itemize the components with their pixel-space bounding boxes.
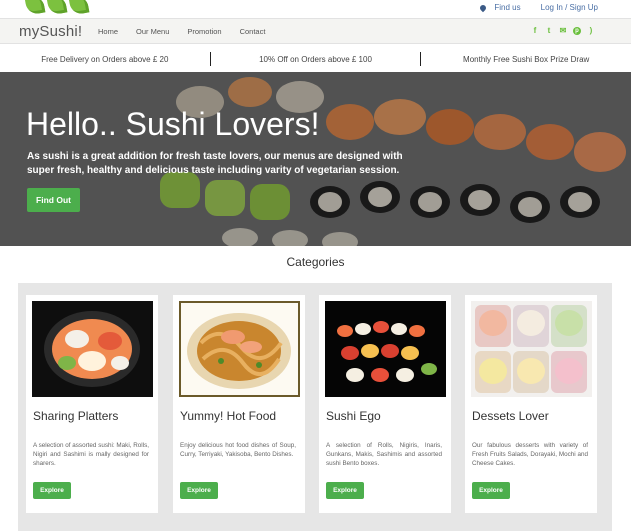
category-name[interactable]: Sharing Platters [33, 409, 118, 423]
hot-food-image [179, 301, 300, 397]
explore-button[interactable]: Explore [180, 482, 218, 499]
category-name[interactable]: Dessets Lover [472, 409, 549, 423]
find-out-button[interactable]: Find Out [27, 188, 80, 212]
sushi-ego-image [325, 301, 446, 397]
facebook-icon[interactable]: f [531, 27, 539, 35]
main-menu: Home Our Menu Promotion Contact [98, 27, 265, 36]
hero-banner: Hello.. Sushi Lovers! As sushi is a grea… [0, 72, 631, 246]
nav-item-our-menu[interactable]: Our Menu [136, 27, 169, 36]
explore-button[interactable]: Explore [472, 482, 510, 499]
category-name[interactable]: Yummy! Hot Food [180, 409, 276, 423]
email-icon[interactable]: ✉ [559, 27, 567, 35]
promo-free-delivery: Free Delivery on Orders above £ 20 [41, 54, 169, 64]
hero-description: As sushi is a great addition for fresh t… [27, 151, 403, 176]
nav-bar: mySushi! Home Our Menu Promotion Contact… [0, 18, 631, 44]
nav-item-contact[interactable]: Contact [240, 27, 266, 36]
promo-prize-draw: Monthly Free Sushi Box Prize Draw [463, 54, 590, 64]
category-description: A selection of Rolls, Nigiris, Inaris, G… [326, 442, 442, 467]
nav-item-promotion[interactable]: Promotion [187, 27, 221, 36]
leaf-icon [46, 0, 68, 16]
login-signup-link[interactable]: Log In / Sign Up [541, 3, 598, 12]
category-card-sushi-ego: Sushi Ego A selection of Rolls, Nigiris,… [319, 295, 451, 513]
promo-discount: 10% Off on Orders above £ 100 [259, 54, 372, 64]
top-bar: Find us Log In / Sign Up [0, 0, 631, 18]
logo-leaves [24, 0, 90, 16]
promo-strip: Free Delivery on Orders above £ 20 10% O… [0, 48, 631, 70]
leaf-icon [68, 0, 90, 16]
hero-title: Hello.. Sushi Lovers! [26, 106, 320, 142]
category-description: A selection of assorted sushi: Maki, Rol… [33, 442, 149, 467]
pinterest-icon[interactable]: p [573, 27, 581, 35]
twitter-icon[interactable]: t [545, 27, 553, 35]
location-pin-icon [479, 3, 488, 13]
category-description: Enjoy delicious hot food dishes of Soup,… [180, 442, 296, 458]
explore-button[interactable]: Explore [33, 482, 71, 499]
category-card-desserts: Dessets Lover Our fabulous desserts with… [465, 295, 597, 513]
category-description: Our fabulous desserts with variety of Fr… [472, 442, 588, 467]
brand-logo[interactable]: mySushi! [19, 23, 82, 40]
social-links: f t ✉ p ) [531, 27, 595, 35]
desserts-image [471, 301, 592, 397]
category-name[interactable]: Sushi Ego [326, 409, 381, 423]
category-card-hot-food: Yummy! Hot Food Enjoy delicious hot food… [173, 295, 305, 513]
leaf-icon [24, 0, 46, 16]
rss-icon[interactable]: ) [587, 27, 595, 35]
find-us-link[interactable]: Find us [479, 3, 521, 13]
category-card-sharing-platters: Sharing Platters A selection of assorted… [26, 295, 158, 513]
explore-button[interactable]: Explore [326, 482, 364, 499]
nav-item-home[interactable]: Home [98, 27, 118, 36]
categories-title: Categories [286, 255, 345, 269]
sharing-platters-image [32, 301, 153, 397]
